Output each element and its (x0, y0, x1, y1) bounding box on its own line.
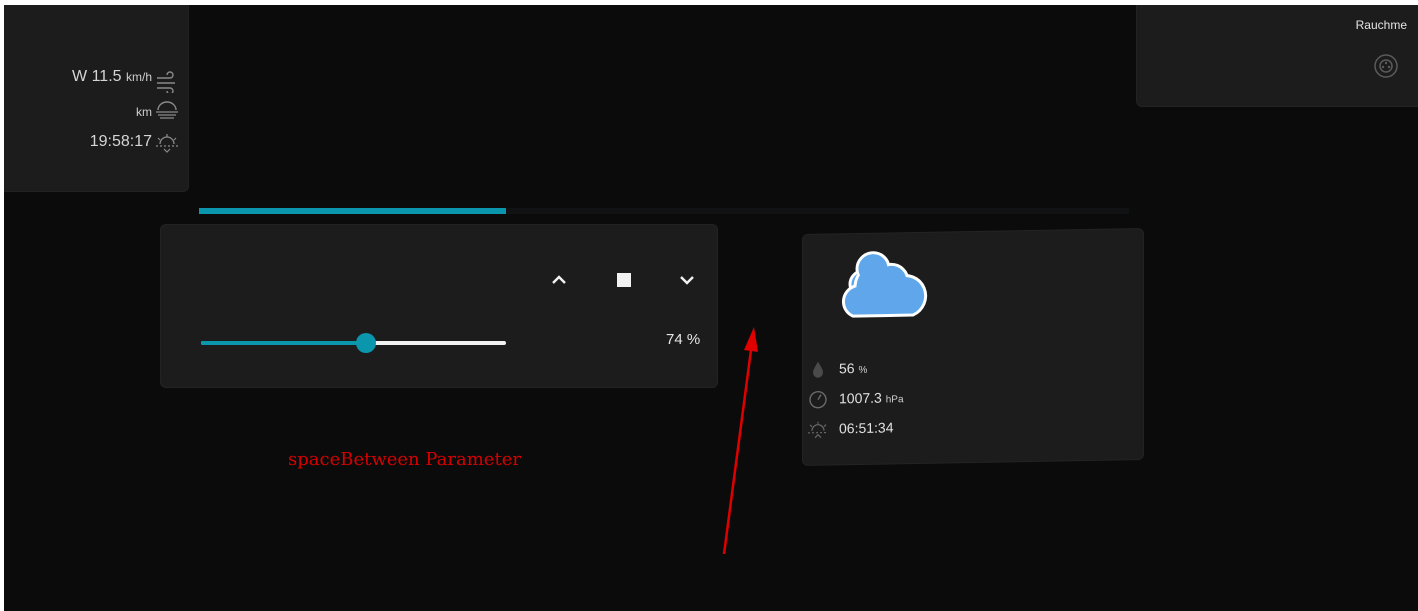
wind-row: W 11.5 km/h (72, 68, 152, 86)
wind-icon (157, 71, 175, 93)
pressure-unit: hPa (885, 394, 904, 406)
smoke-detector-card[interactable]: Rauchme (1136, 5, 1418, 107)
wind-unit: km/h (125, 70, 152, 84)
slider-thumb[interactable] (355, 333, 376, 353)
shutter-down-button[interactable] (667, 260, 707, 300)
humidity-icon (813, 361, 823, 378)
humidity-unit: % (858, 364, 868, 376)
chevron-down-icon (680, 276, 694, 285)
slider-fill (201, 341, 366, 345)
weather-card-top: W 11.5 km/h km 19:58:17 (4, 5, 189, 192)
dashboard-canvas: W 11.5 km/h km 19:58:17 Rauchme 74 % 56 … (4, 5, 1418, 611)
pressure-value: 1007.3 (839, 389, 882, 407)
smoke-detector-label: Rauchme (1355, 18, 1407, 32)
pressure-row: 1007.3 hPa (809, 389, 904, 409)
cloud-icon (842, 251, 928, 318)
humidity-row: 56 % (813, 360, 868, 378)
sunset-icon (156, 134, 178, 153)
wind-value: W 11.5 (72, 68, 122, 85)
shutter-percent-value: 74 % (666, 331, 701, 348)
shutter-up-button[interactable] (539, 260, 579, 300)
sunrise-icon (808, 421, 828, 439)
stop-icon (617, 273, 631, 287)
sunset-row: 19:58:17 (90, 133, 152, 151)
annotation-label: spaceBetween Parameter (288, 449, 521, 470)
shutter-stop-button[interactable] (604, 260, 644, 300)
visibility-row: km (136, 103, 152, 121)
pressure-gauge-icon (809, 391, 827, 409)
shutter-progress-bar (199, 208, 1129, 214)
smoke-detector-icon (1374, 54, 1398, 78)
visibility-unit: km (136, 105, 152, 119)
shutter-card: 74 % (160, 224, 718, 388)
sunrise-time: 06:51:34 (839, 419, 894, 437)
chevron-up-icon (552, 275, 566, 284)
fog-icon (156, 101, 178, 119)
sunrise-row: 06:51:34 (808, 419, 894, 439)
shutter-position-slider[interactable] (201, 333, 506, 353)
humidity-value: 56 (839, 360, 855, 377)
weather-card[interactable]: 56 % 1007.3 hPa 06:51:34 (802, 228, 1144, 466)
shutter-progress-fill (199, 208, 506, 214)
sunset-time: 19:58:17 (89, 133, 152, 150)
